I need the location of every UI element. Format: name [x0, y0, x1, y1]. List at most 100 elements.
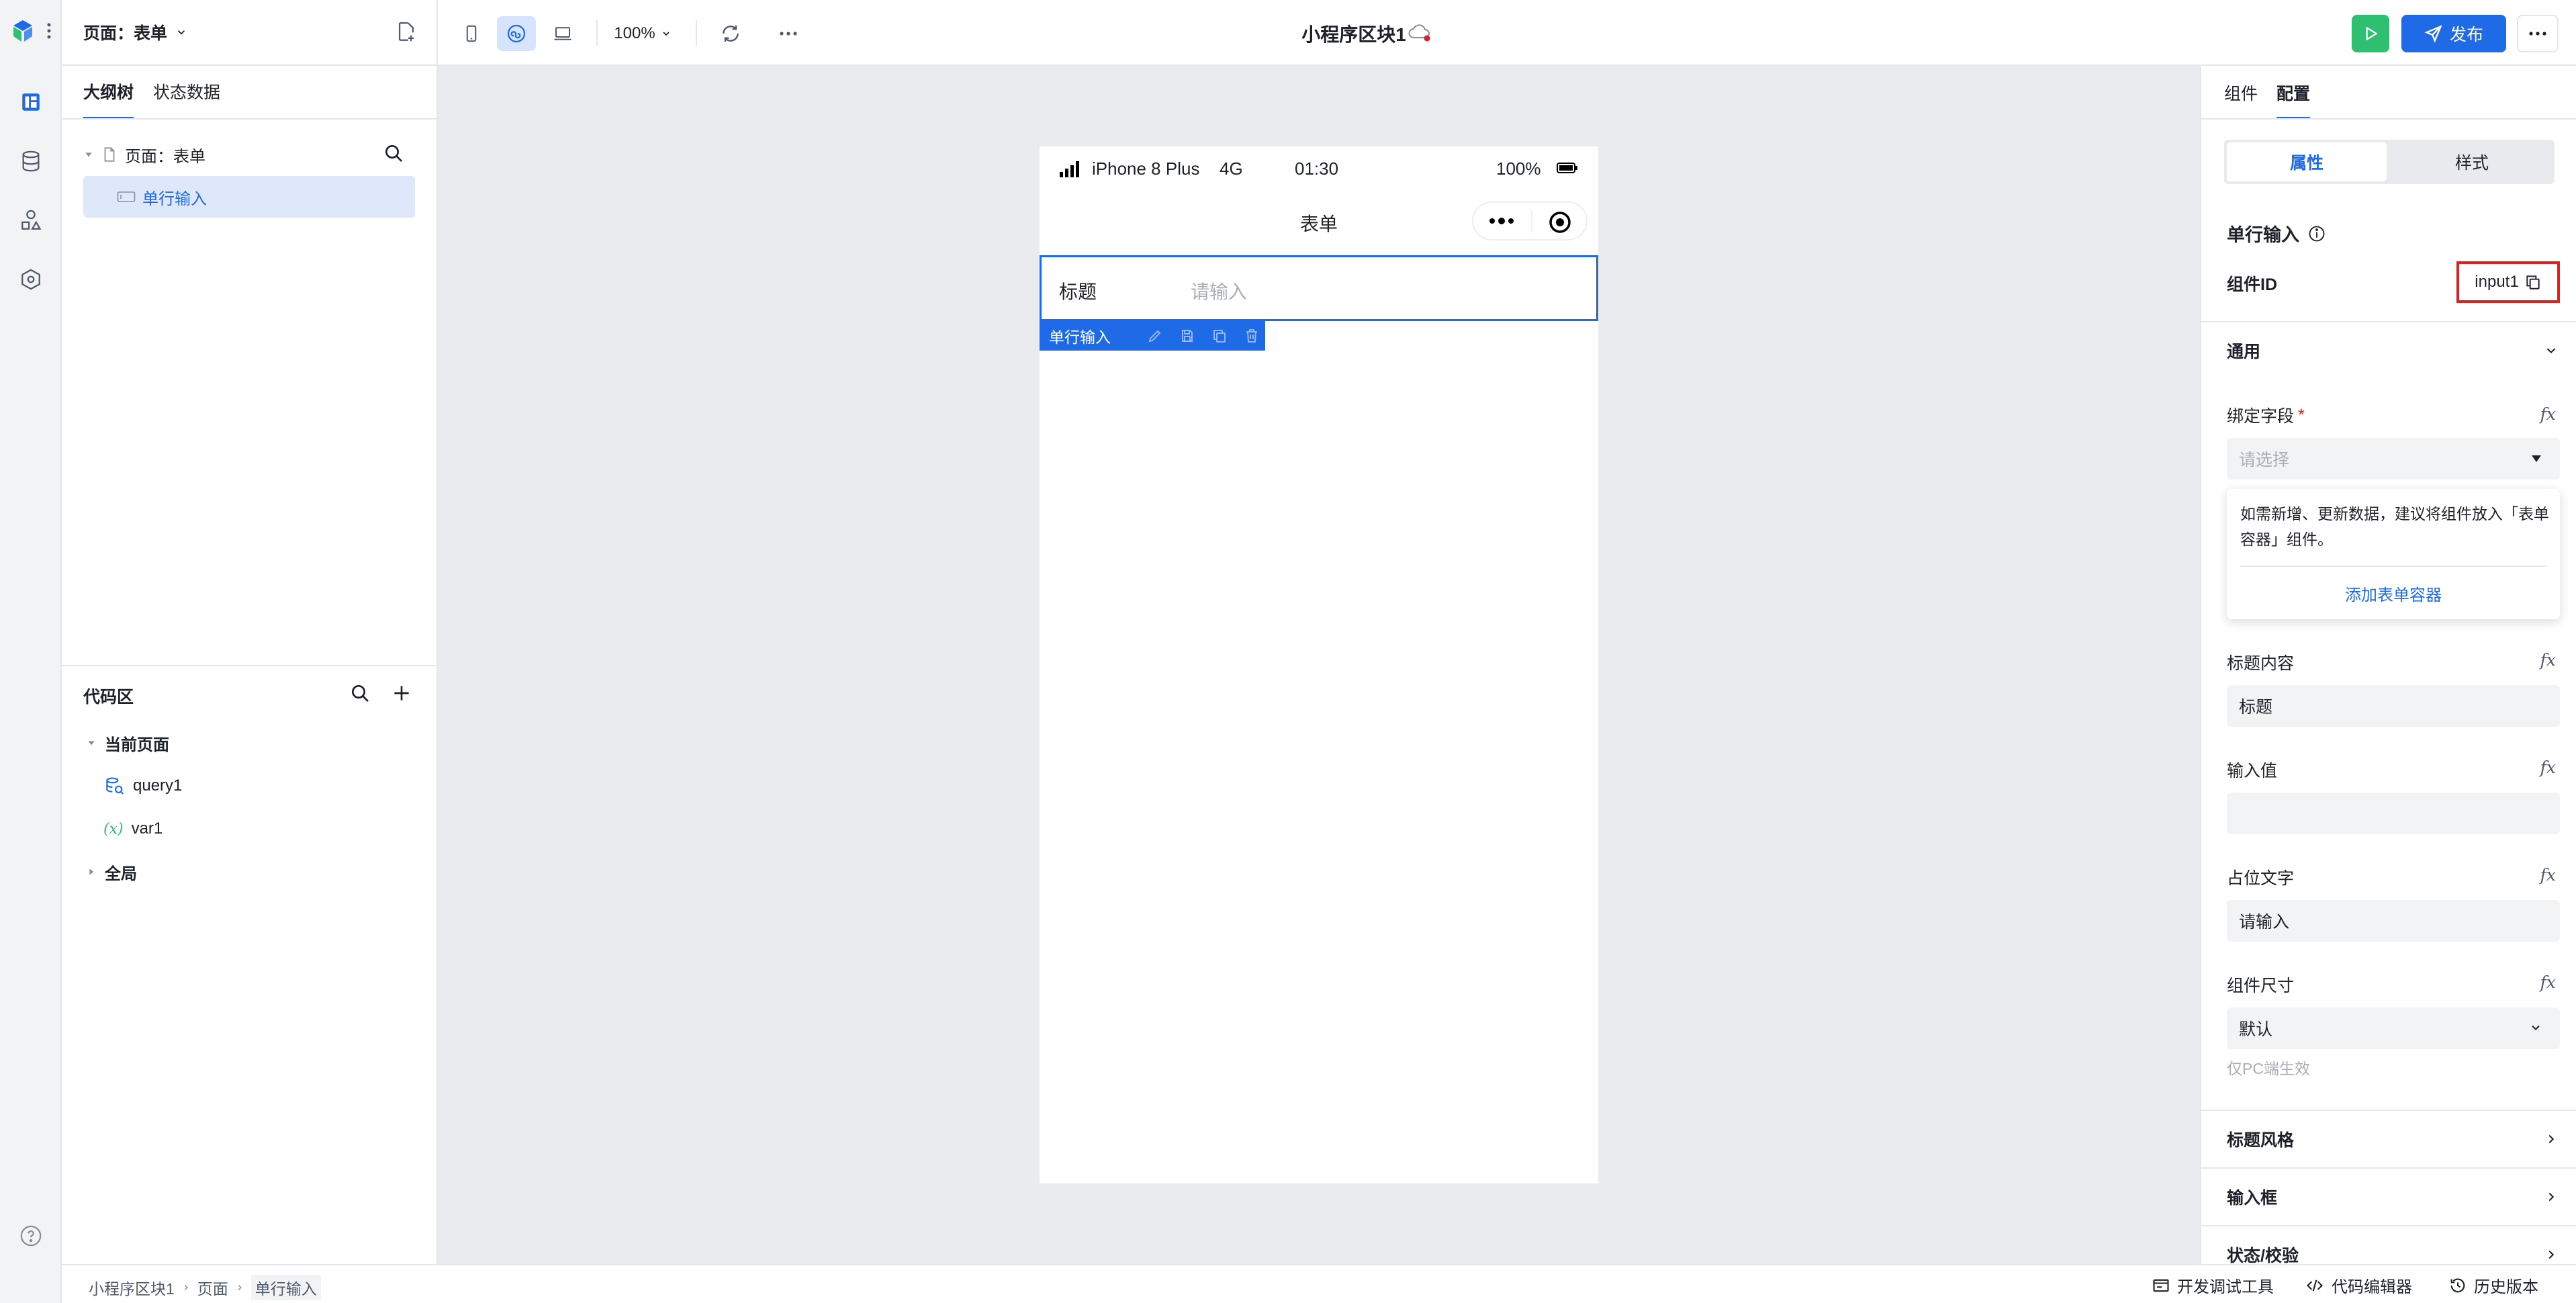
capsule-close-icon[interactable]: [1547, 210, 1573, 235]
refresh-icon[interactable]: [713, 16, 748, 51]
section-title-style[interactable]: 标题风格: [2201, 1110, 2576, 1167]
fx-icon[interactable]: fx: [2540, 865, 2556, 885]
tab-components[interactable]: 组件: [2224, 81, 2258, 120]
info-icon[interactable]: [2307, 224, 2326, 243]
edit-icon[interactable]: [1147, 328, 1163, 344]
breadcrumb-item[interactable]: 页面: [197, 1276, 228, 1299]
input-field-placeholder[interactable]: 请输入: [1191, 277, 1247, 304]
title-content-input[interactable]: 标题: [2227, 685, 2560, 727]
fx-icon[interactable]: fx: [2540, 650, 2556, 670]
section-input-box[interactable]: 输入框: [2201, 1167, 2576, 1225]
divider: [696, 20, 697, 46]
copy-icon[interactable]: [1211, 328, 1228, 344]
bind-field-placeholder: 请选择: [2239, 451, 2290, 469]
delete-icon[interactable]: [1244, 328, 1260, 344]
more-menu-button[interactable]: [2517, 15, 2559, 52]
segment-attrs-label: 属性: [2289, 154, 2324, 173]
component-title-text: 单行输入: [2227, 225, 2299, 245]
component-id-box[interactable]: input1: [2456, 261, 2560, 303]
outline-node-label: 单行输入: [142, 189, 207, 208]
dev-tools-icon: [2152, 1276, 2170, 1295]
caret-right-icon[interactable]: [86, 866, 97, 877]
mobile-device-icon[interactable]: [454, 16, 489, 51]
fx-icon[interactable]: fx: [2540, 758, 2556, 777]
code-item-var1[interactable]: (x) var1: [103, 815, 163, 842]
chevron-down-icon: [661, 28, 672, 39]
fx-icon[interactable]: fx: [2540, 404, 2556, 424]
chevron-right-icon: [235, 1283, 244, 1292]
settings-hexagon-icon[interactable]: [13, 262, 48, 297]
history-label: 历史版本: [2474, 1278, 2538, 1296]
more-vertical-icon[interactable]: [46, 20, 52, 42]
publish-button[interactable]: 发布: [2401, 15, 2506, 52]
outline-search-icon[interactable]: [383, 142, 404, 164]
divider: [62, 64, 436, 66]
left-panel: 页面：表单 大纲树 状态数据 页面：表单 单行输入 代码区 当前页面 query…: [62, 0, 438, 1264]
history-button[interactable]: 历史版本: [2448, 1273, 2538, 1297]
outline-node-single-input[interactable]: 单行输入: [83, 176, 415, 218]
bind-field-label: 绑定字段 *: [2227, 403, 2305, 427]
design-canvas[interactable]: iPhone 8 Plus 4G 01:30 100% 表单 标题 请输入 单行…: [438, 66, 2200, 1264]
outline-page-node[interactable]: 页面：表单: [83, 141, 205, 168]
query-database-icon: [103, 775, 125, 797]
component-id-value: input1: [2475, 273, 2519, 291]
component-title: 单行输入: [2227, 220, 2326, 246]
cloud-sync-icon[interactable]: [1408, 21, 1432, 43]
selected-single-input[interactable]: 标题 请输入: [1040, 255, 1598, 321]
variable-icon: (x): [103, 820, 124, 838]
chevron-right-icon: [2544, 1132, 2559, 1147]
save-icon[interactable]: [1179, 328, 1195, 344]
miniprogram-device-icon[interactable]: [497, 16, 536, 51]
caret-down-icon[interactable]: [83, 149, 94, 160]
size-select[interactable]: 默认: [2227, 1007, 2560, 1049]
database-icon[interactable]: [13, 144, 48, 179]
send-icon: [2424, 24, 2443, 43]
zoom-dropdown[interactable]: 100%: [606, 16, 680, 51]
placeholder-label: 占位文字: [2227, 869, 2295, 888]
bottom-status-bar: 小程序区块1 页面 单行输入 开发调试工具 代码编辑器 历史版本: [62, 1264, 2576, 1303]
bind-field-select[interactable]: 请选择: [2227, 438, 2560, 480]
desktop-device-icon[interactable]: [544, 16, 582, 51]
code-search-icon[interactable]: [349, 682, 371, 704]
add-page-icon[interactable]: [395, 20, 418, 43]
section-general[interactable]: 通用: [2201, 321, 2576, 379]
run-preview-button[interactable]: [2352, 15, 2389, 52]
segment-style[interactable]: 样式: [2392, 142, 2552, 181]
bind-field-label-text: 绑定字段: [2227, 407, 2295, 426]
capsule-more-icon[interactable]: [1488, 215, 1515, 227]
placeholder-input[interactable]: 请输入: [2227, 900, 2560, 942]
tab-outline-tree[interactable]: 大纲树: [83, 79, 134, 120]
code-item-query1[interactable]: query1: [103, 772, 182, 799]
help-icon[interactable]: [13, 1218, 48, 1253]
size-label: 组件尺寸: [2227, 977, 2295, 995]
outline-layout-icon[interactable]: [13, 85, 48, 120]
app-logo[interactable]: [9, 17, 36, 44]
fx-icon[interactable]: fx: [2540, 973, 2556, 992]
more-horizontal-icon[interactable]: [771, 16, 806, 51]
caret-down-icon[interactable]: [86, 737, 97, 748]
signal-icon: [1060, 161, 1083, 177]
phone-carrier: iPhone 8 Plus: [1092, 159, 1200, 179]
dev-tools-button[interactable]: 开发调试工具: [2152, 1273, 2274, 1297]
tab-config[interactable]: 配置: [2276, 81, 2311, 120]
section-state-validation[interactable]: 状态/校验: [2201, 1225, 2576, 1264]
breadcrumb-item[interactable]: 小程序区块1: [89, 1276, 175, 1299]
segment-attrs[interactable]: 属性: [2227, 142, 2387, 181]
size-hint: 仅PC端生效: [2227, 1060, 2310, 1077]
miniprogram-capsule[interactable]: [1472, 201, 1588, 240]
code-add-icon[interactable]: [391, 682, 412, 704]
code-global-group[interactable]: 全局: [86, 858, 137, 885]
chevron-right-icon: [181, 1283, 191, 1292]
components-shapes-icon[interactable]: [13, 203, 48, 238]
code-current-page-group[interactable]: 当前页面: [86, 729, 169, 756]
code-editor-button[interactable]: 代码编辑器: [2305, 1273, 2412, 1297]
page-selector[interactable]: 页面：表单: [83, 19, 187, 46]
tab-outline-tree-label: 大纲树: [83, 83, 134, 102]
attr-style-segment: 属性 样式: [2224, 140, 2555, 184]
input-value-input[interactable]: [2227, 793, 2560, 834]
breadcrumb-item[interactable]: 单行输入: [250, 1275, 321, 1300]
add-form-container-link[interactable]: 添加表单容器: [2227, 582, 2560, 605]
tab-state-data[interactable]: 状态数据: [153, 79, 220, 120]
copy-id-icon[interactable]: [2524, 273, 2542, 291]
battery-icon: [1557, 161, 1578, 175]
